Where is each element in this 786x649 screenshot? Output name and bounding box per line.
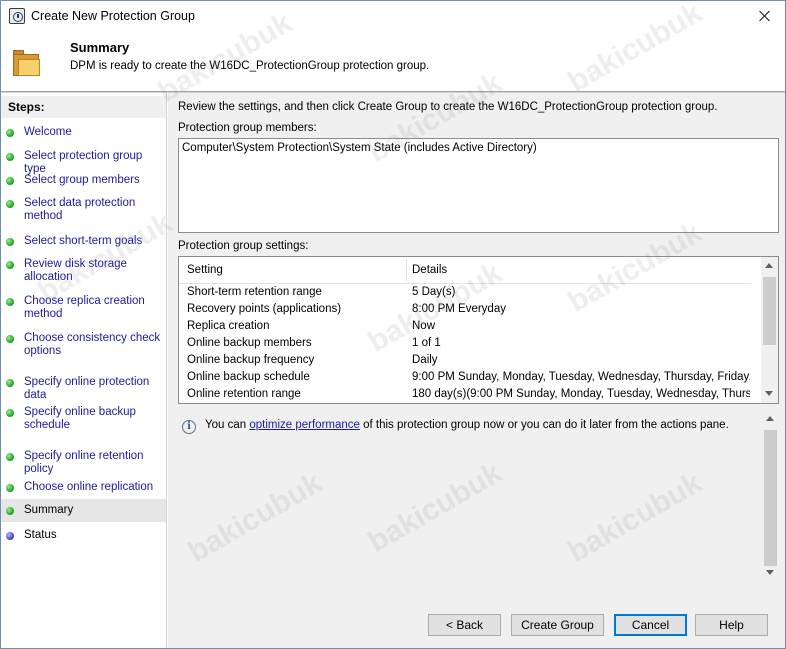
- info-scrollbar[interactable]: [762, 410, 779, 582]
- column-header-details[interactable]: Details: [412, 264, 447, 276]
- scroll-up-arrow-icon[interactable]: [766, 416, 774, 421]
- step-select-short-term-goals[interactable]: Select short-term goals: [1, 235, 166, 248]
- step-welcome[interactable]: Welcome: [1, 126, 166, 139]
- step-status[interactable]: Status: [1, 529, 166, 542]
- column-header-setting[interactable]: Setting: [187, 264, 223, 276]
- complete-dot-icon: [6, 200, 14, 208]
- complete-dot-icon: [6, 409, 14, 417]
- info-area: i You can optimize performance of this p…: [178, 410, 779, 582]
- steps-panel: Steps: Welcome Select protection group t…: [1, 93, 167, 648]
- scroll-down-arrow-icon[interactable]: [766, 570, 774, 575]
- close-button[interactable]: [745, 1, 785, 31]
- members-value: Computer\System Protection\System State …: [182, 142, 537, 154]
- title-bar: Create New Protection Group: [1, 1, 785, 31]
- settings-row[interactable]: Short-term retention range 5 Day(s): [179, 284, 751, 301]
- wizard-window: Create New Protection Group Summary DPM …: [0, 0, 786, 649]
- members-textbox[interactable]: Computer\System Protection\System State …: [178, 138, 779, 233]
- review-instructions: Review the settings, and then click Crea…: [178, 101, 718, 113]
- info-message: You can optimize performance of this pro…: [205, 419, 729, 431]
- step-specify-online-backup-schedule[interactable]: Specify online backup schedule: [1, 406, 166, 432]
- main-panel: Review the settings, and then click Crea…: [168, 93, 785, 602]
- create-group-button[interactable]: Create Group: [511, 614, 604, 636]
- steps-header: Steps:: [1, 96, 166, 118]
- members-label: Protection group members:: [178, 122, 317, 134]
- scroll-up-arrow-icon[interactable]: [765, 263, 773, 268]
- settings-row[interactable]: Online backup members 1 of 1: [179, 335, 751, 352]
- step-review-disk-storage-allocation[interactable]: Review disk storage allocation: [1, 258, 166, 284]
- wizard-header: Summary DPM is ready to create the W16DC…: [1, 31, 785, 91]
- step-specify-online-protection-data[interactable]: Specify online protection data: [1, 376, 166, 402]
- step-specify-online-retention-policy[interactable]: Specify online retention policy: [1, 450, 166, 476]
- optimize-performance-link[interactable]: optimize performance: [249, 419, 360, 431]
- step-choose-consistency-check-options[interactable]: Choose consistency check options: [1, 332, 166, 358]
- settings-row[interactable]: Online backup schedule 9:00 PM Sunday, Mo…: [179, 369, 751, 386]
- help-button[interactable]: Help: [695, 614, 768, 636]
- settings-header-row: Setting Details: [179, 257, 751, 284]
- complete-dot-icon: [6, 484, 14, 492]
- scroll-down-arrow-icon[interactable]: [765, 391, 773, 396]
- page-subtitle: DPM is ready to create the W16DC_Protect…: [70, 60, 430, 72]
- complete-dot-icon: [6, 129, 14, 137]
- step-summary[interactable]: Summary: [1, 499, 166, 522]
- complete-dot-icon: [6, 453, 14, 461]
- window-title: Create New Protection Group: [31, 9, 195, 23]
- complete-dot-icon: [6, 238, 14, 246]
- back-button[interactable]: < Back: [428, 614, 501, 636]
- page-title: Summary: [70, 40, 130, 55]
- scroll-thumb[interactable]: [764, 430, 777, 566]
- complete-dot-icon: [6, 379, 14, 387]
- dpm-app-icon: [9, 8, 25, 24]
- step-choose-online-replication[interactable]: Choose online replication: [1, 481, 166, 494]
- pending-dot-icon: [6, 532, 14, 540]
- complete-dot-icon: [6, 298, 14, 306]
- complete-dot-icon: [6, 335, 14, 343]
- complete-dot-icon: [6, 507, 14, 515]
- step-choose-replica-creation-method[interactable]: Choose replica creation method: [1, 295, 166, 321]
- complete-dot-icon: [6, 177, 14, 185]
- cancel-button[interactable]: Cancel: [614, 614, 687, 636]
- wizard-footer: < Back Create Group Cancel Help: [168, 602, 785, 648]
- step-select-protection-group-type[interactable]: Select protection group type: [1, 150, 166, 176]
- settings-list[interactable]: Setting Details Short-term retention ran…: [178, 256, 779, 404]
- settings-scrollbar[interactable]: [761, 257, 778, 403]
- scroll-thumb[interactable]: [763, 277, 776, 345]
- folder-icon: [13, 50, 40, 76]
- complete-dot-icon: [6, 153, 14, 161]
- settings-row[interactable]: Replica creation Now: [179, 318, 751, 335]
- settings-row[interactable]: Recovery points (applications) 8:00 PM Ev…: [179, 301, 751, 318]
- step-select-data-protection-method[interactable]: Select data protection method: [1, 197, 166, 223]
- step-select-group-members[interactable]: Select group members: [1, 174, 166, 187]
- info-icon: i: [182, 420, 196, 434]
- complete-dot-icon: [6, 261, 14, 269]
- settings-row[interactable]: Online retention range 180 day(s)(9:00 PM…: [179, 386, 751, 403]
- settings-label: Protection group settings:: [178, 240, 309, 252]
- settings-row[interactable]: Online backup frequency Daily: [179, 352, 751, 369]
